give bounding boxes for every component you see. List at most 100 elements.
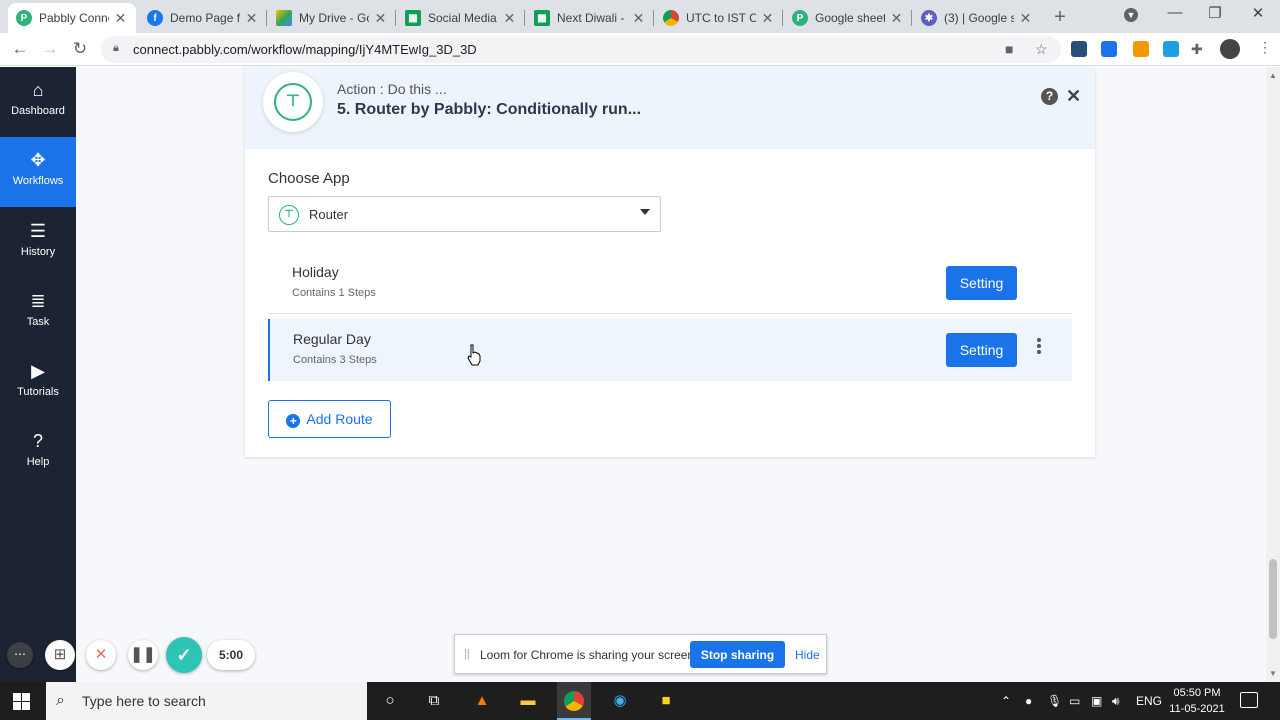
- sidebar-item-tutorials[interactable]: ▶ Tutorials: [0, 348, 76, 418]
- tab-utc-to-ist[interactable]: UTC to IST Co ✕: [655, 3, 783, 33]
- tab-pabbly-connect[interactable]: P Pabbly Conne ✕: [8, 3, 136, 33]
- volume-icon[interactable]: 🔊︎: [1112, 694, 1120, 709]
- task-view-icon[interactable]: ⧉: [423, 691, 445, 711]
- close-tab-icon[interactable]: ✕: [889, 10, 904, 27]
- edge-icon[interactable]: ◉: [609, 691, 631, 711]
- route-row-holiday[interactable]: Holiday Contains 1 Steps Setting: [268, 252, 1072, 314]
- route-setting-button[interactable]: Setting: [946, 266, 1017, 300]
- scroll-up-icon[interactable]: ▲: [1269, 71, 1277, 80]
- download-extension-icon[interactable]: [1101, 41, 1117, 57]
- bookmark-star-icon[interactable]: ☆: [1035, 41, 1048, 58]
- tab-my-drive[interactable]: My Drive - Go ✕: [268, 3, 396, 33]
- extension-icon[interactable]: [1071, 41, 1087, 57]
- scrollbar-thumb[interactable]: [1269, 559, 1277, 639]
- vlc-icon[interactable]: ▲: [471, 691, 493, 711]
- add-route-button[interactable]: + Add Route: [268, 400, 391, 438]
- extensions-puzzle-icon[interactable]: ✚: [1191, 41, 1203, 58]
- network-icon[interactable]: ▣: [1091, 694, 1102, 708]
- pabbly-icon: P: [792, 10, 808, 26]
- extension-icon[interactable]: [1163, 41, 1179, 57]
- loom-draw-button[interactable]: ⊞: [45, 640, 75, 670]
- route-row-regular-day[interactable]: Regular Day Contains 3 Steps Setting: [268, 319, 1072, 381]
- close-tab-icon[interactable]: ✕: [631, 10, 646, 27]
- close-tab-icon[interactable]: ✕: [113, 10, 128, 27]
- browser-menu-icon[interactable]: ⋮: [1258, 39, 1272, 56]
- action-card: ⊤ Action : Do this ... 5. Router by Pabb…: [245, 67, 1095, 457]
- lock-icon: 🔒︎: [113, 42, 119, 54]
- google-sheets-icon: ▦: [534, 10, 550, 26]
- tab-search-icon[interactable]: ▼: [1116, 5, 1146, 22]
- search-icon: ⌕: [56, 692, 65, 709]
- page-scrollbar[interactable]: ▲ ▼: [1266, 67, 1280, 682]
- home-icon: ⌂: [32, 80, 44, 100]
- cortana-icon[interactable]: ○: [379, 691, 401, 711]
- sidebar: ⌂ Dashboard ✥ Workflows ☰ History ≣ Task…: [0, 67, 76, 682]
- scroll-down-icon[interactable]: ▼: [1269, 669, 1277, 678]
- notifications-icon[interactable]: [1240, 692, 1258, 708]
- loom-pause-button[interactable]: ❚❚: [128, 640, 158, 670]
- location-icon: ●: [1025, 694, 1033, 708]
- action-header: ⊤ Action : Do this ... 5. Router by Pabb…: [245, 67, 1095, 149]
- google-sheets-icon: ▦: [405, 10, 421, 26]
- color-picker-extension-icon[interactable]: [1133, 41, 1149, 57]
- drag-handle-icon[interactable]: ||: [464, 648, 470, 660]
- windows-taskbar: ⌕ Type here to search ○ ⧉ ▲ ▬ ◉ ■ ⌃ ● 🎙︎…: [0, 682, 1280, 720]
- sidebar-item-help[interactable]: ? Help: [0, 418, 76, 488]
- show-hidden-icons[interactable]: ⌃: [1001, 694, 1011, 708]
- loom-finish-button[interactable]: ✓: [166, 637, 202, 673]
- sidebar-item-workflows[interactable]: ✥ Workflows: [0, 137, 76, 207]
- address-bar[interactable]: 🔒︎ connect.pabbly.com/workflow/mapping/I…: [101, 36, 1061, 63]
- chrome-taskbar-icon[interactable]: [563, 691, 585, 711]
- close-icon[interactable]: ✕: [1066, 86, 1081, 107]
- route-setting-button[interactable]: Setting: [946, 333, 1017, 367]
- loom-cancel-button[interactable]: ✕: [86, 640, 116, 670]
- help-icon[interactable]: ?: [1041, 88, 1058, 105]
- reload-icon[interactable]: ↻: [69, 39, 91, 59]
- restore-icon[interactable]: ❐: [1200, 4, 1230, 22]
- close-tab-icon[interactable]: ✕: [1018, 10, 1033, 27]
- loom-more-button[interactable]: ⋯: [7, 642, 33, 668]
- taskbar-clock[interactable]: 05:50 PM 11-05-2021: [1168, 685, 1226, 717]
- forward-arrow-icon[interactable]: →: [39, 39, 61, 59]
- sticky-notes-icon[interactable]: ■: [655, 691, 677, 711]
- back-arrow-icon[interactable]: ←: [9, 39, 31, 59]
- hand-cursor-icon: [467, 344, 481, 366]
- close-tab-icon[interactable]: ✕: [760, 10, 775, 27]
- tab-demo-page[interactable]: f Demo Page fo ✕: [139, 3, 267, 33]
- route-steps: Contains 3 Steps: [293, 354, 377, 366]
- route-name: Holiday: [292, 264, 339, 280]
- stop-sharing-button[interactable]: Stop sharing: [690, 641, 785, 668]
- file-explorer-icon[interactable]: ▬: [517, 691, 539, 711]
- tab-google-sheet[interactable]: P Google sheet ✕: [784, 3, 912, 33]
- workflow-icon: ✥: [30, 150, 46, 170]
- microphone-icon: 🎙︎: [1047, 694, 1063, 708]
- chrome-icon: [663, 10, 679, 26]
- help-icon: ?: [32, 431, 43, 451]
- new-tab-button[interactable]: +: [1050, 6, 1070, 29]
- hide-link[interactable]: Hide: [795, 648, 820, 662]
- chevron-down-icon: [640, 209, 650, 215]
- route-steps: Contains 1 Steps: [292, 287, 376, 299]
- more-options-icon[interactable]: [1036, 338, 1042, 356]
- tab-google-s[interactable]: ✱ (3) | Google s ✕: [913, 3, 1041, 33]
- language-indicator[interactable]: ENG: [1136, 694, 1162, 708]
- battery-icon[interactable]: ▭: [1069, 694, 1080, 708]
- taskbar-search-box[interactable]: ⌕ Type here to search: [46, 682, 367, 720]
- choose-app-select[interactable]: ⊤ Router: [268, 196, 661, 232]
- close-tab-icon[interactable]: ✕: [373, 10, 388, 27]
- windows-start-icon[interactable]: [13, 693, 30, 710]
- profile-avatar[interactable]: [1220, 39, 1240, 59]
- loom-timer: 5:00: [207, 640, 255, 670]
- window-close-icon[interactable]: ✕: [1243, 4, 1273, 22]
- tab-social-media[interactable]: ▦ Social Media ✕: [397, 3, 525, 33]
- action-subtitle: Action : Do this ...: [337, 81, 447, 97]
- sidebar-item-task[interactable]: ≣ Task: [0, 278, 76, 348]
- tab-next-diwali[interactable]: ▦ Next Diwali - ✕: [526, 3, 654, 33]
- minimize-icon[interactable]: —: [1160, 4, 1190, 21]
- close-tab-icon[interactable]: ✕: [244, 10, 259, 27]
- sidebar-item-history[interactable]: ☰ History: [0, 208, 76, 278]
- router-app-logo: ⊤: [263, 72, 323, 132]
- close-tab-icon[interactable]: ✕: [502, 10, 517, 27]
- camera-icon[interactable]: ■: [1005, 41, 1013, 57]
- sidebar-item-dashboard[interactable]: ⌂ Dashboard: [0, 67, 76, 137]
